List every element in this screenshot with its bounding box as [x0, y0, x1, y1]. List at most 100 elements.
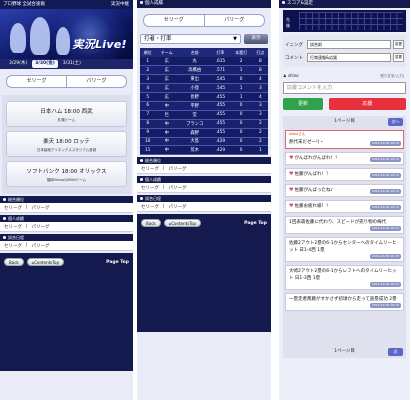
league-tabs: セリーグ パリーグ — [0, 69, 133, 91]
table-row[interactable]: 2 広高橋由 .571 1 8 — [140, 65, 268, 76]
game-card[interactable]: 楽天 18:00 ロッテ 日本製紙クリネックススタジアム宮城 — [6, 131, 127, 157]
next-page-button[interactable]: 次へ — [388, 118, 403, 126]
game-venue: 福岡Yahoo!JAPANドーム — [46, 178, 87, 182]
section-title: 総合順位 — [145, 158, 161, 164]
tab-central-league[interactable]: セリーグ — [143, 14, 205, 27]
league-links: セリーグ | パリーグ — [137, 183, 271, 194]
page-label: 1ページ目 — [334, 349, 355, 354]
table-cell: 10 — [140, 137, 156, 147]
next-page-button[interactable]: 次 — [388, 348, 403, 356]
post-timestamp: 2012-03-30 18:15 — [369, 173, 401, 178]
link-pacific-league[interactable]: パリーグ — [32, 243, 50, 249]
inning-label: イニング — [285, 42, 303, 48]
table-cell: 大島 — [178, 137, 212, 147]
section-title: 総合順位 — [8, 197, 24, 202]
table-cell: 8 — [252, 65, 268, 76]
table-cell: 2 — [140, 65, 156, 76]
table-row[interactable]: 8 中ブランコ .455 0 2 — [140, 119, 268, 129]
table-row[interactable]: 11 中荒木 .429 0 1 — [140, 145, 268, 156]
link-pacific-league[interactable]: パリーグ — [32, 224, 50, 230]
link-central-league[interactable]: セリーグ — [4, 224, 22, 230]
date-tab[interactable]: 3/31(土) — [60, 60, 84, 68]
comment-select[interactable]: 打席速報&応援 — [307, 53, 391, 62]
section-header: 総合順位 — [0, 196, 133, 203]
section-title: 個人成績 — [145, 1, 163, 6]
contents-top-button[interactable]: ⌂ContentsTop — [163, 219, 202, 228]
table-row[interactable]: 6 中平野 .455 0 3 — [140, 101, 268, 111]
table-row[interactable]: 3 広東出 .545 0 4 — [140, 74, 268, 85]
stat-type-select[interactable]: 打者・打率 ▼ — [140, 34, 241, 44]
back-button[interactable]: Back — [4, 258, 24, 266]
bullet-icon — [3, 198, 6, 201]
cheer-button[interactable]: 応援 — [329, 98, 406, 110]
table-cell: 森野 — [178, 128, 212, 138]
column-header: 順位 — [140, 48, 156, 57]
tab-pacific-league[interactable]: パリーグ — [204, 14, 265, 27]
schedule-screen: プロ野球 全試合速報 実況中継 実況Live! 3/29(木) 3/30(金) … — [0, 0, 133, 400]
table-cell: .455 — [211, 101, 230, 111]
link-central-league[interactable]: セリーグ — [141, 166, 159, 172]
table-cell: 5 — [140, 92, 156, 102]
link-central-league[interactable]: セリーグ — [4, 243, 22, 249]
table-cell: 広 — [155, 74, 179, 85]
section-title: 試合日程 — [145, 196, 161, 202]
link-central-league[interactable]: セリーグ — [141, 204, 159, 210]
post-timestamp: 2012-03-30 18:15 — [369, 254, 401, 259]
table-row[interactable]: 9 中森野 .455 0 2 — [140, 128, 268, 138]
page-label: 1ページ目 — [334, 119, 355, 124]
inning-select[interactable]: 試合前 — [307, 40, 391, 49]
table-cell: 0 — [229, 101, 253, 111]
table-cell: 堂 — [178, 110, 212, 120]
link-central-league[interactable]: セリーグ — [141, 185, 159, 191]
table-row[interactable]: 5 広長野 .455 1 4 — [140, 92, 268, 102]
link-central-league[interactable]: セリーグ — [4, 205, 22, 211]
cheer-input[interactable]: 応援コメントを入力 — [283, 82, 406, 94]
pager-bottom: 1ページ目 次 — [283, 346, 406, 358]
table-cell: .455 — [211, 92, 230, 102]
post-body: 大崎2アウト2塁の6-1からレフトへのタイムリーヒット 日1-3西 1塁 — [289, 269, 397, 281]
table-row[interactable]: 1 広丸 .615 2 8 — [140, 57, 268, 67]
link-pacific-league[interactable]: パリーグ — [32, 205, 50, 211]
inning-change-button[interactable]: 変更 — [393, 40, 404, 49]
char-count: 残り文字(入力) — [380, 74, 404, 78]
league-links: セリーグ | パリーグ — [137, 164, 271, 175]
table-cell: 中 — [155, 119, 179, 129]
comment-feed: 1ページ目 次へ shinoさん 熱代末だゼー!(・ 2012-03-30 18:… — [283, 116, 406, 358]
tab-central-league[interactable]: セリーグ — [6, 75, 67, 88]
table-cell: 3 — [140, 74, 156, 85]
comment-post: 1回表森佐藤に代わり、スピードが売り物の梅代 2012-03-30 18:15 — [285, 216, 404, 234]
bullet-icon — [140, 178, 143, 182]
settings-form: イニング 試合前 変更 コメント 打席速報&応援 変更 — [283, 35, 406, 67]
table-row[interactable]: 7 巨堂 .455 0 3 — [140, 110, 268, 120]
post-body: 1回表森佐藤に代わり、スピードが売り物の梅代 — [289, 220, 387, 225]
date-tab[interactable]: 3/29(木) — [6, 60, 30, 68]
link-pacific-league[interactable]: パリーグ — [169, 204, 187, 210]
live-comment-screen: スコア&設定 先 後 イニング 試合前 変更 コメント 打席速報&応援 変更 ♟… — [279, 0, 410, 400]
game-card[interactable]: ソフトバンク 18:00 オリックス 福岡Yahoo!JAPANドーム — [6, 161, 127, 187]
show-button[interactable]: 表示 — [244, 34, 268, 44]
page-top-link[interactable]: Page Top — [106, 260, 129, 265]
link-pacific-league[interactable]: パリーグ — [169, 185, 187, 191]
table-row[interactable]: 4 広小窪 .545 1 3 — [140, 83, 268, 94]
post-timestamp: 2012-03-30 18:15 — [369, 141, 401, 146]
table-cell: 8 — [140, 119, 156, 129]
post-body: 佐藤がんばったね♪ — [294, 188, 334, 193]
tab-pacific-league[interactable]: パリーグ — [67, 75, 127, 88]
table-cell: .429 — [211, 145, 230, 156]
table-row[interactable]: 10 中大島 .429 0 2 — [140, 137, 268, 147]
back-button[interactable]: Back — [141, 219, 161, 228]
table-cell: 中 — [155, 137, 179, 147]
date-tab-selected[interactable]: 3/30(金) — [32, 60, 58, 68]
top-bar: プロ野球 全試合速報 実況中継 — [0, 0, 133, 9]
comment-change-button[interactable]: 変更 — [393, 53, 404, 62]
table-cell: ブランコ — [178, 119, 212, 129]
game-card[interactable]: 日本ハム 18:00 西武 札幌ドーム — [6, 101, 127, 127]
page-top-link[interactable]: Page Top — [244, 221, 267, 226]
contents-top-button[interactable]: ⌂ContentsTop — [26, 258, 65, 266]
contents-top-label: ContentsTop — [34, 260, 60, 265]
update-button[interactable]: 更新 — [283, 98, 323, 110]
comment-row: コメント 打席速報&応援 変更 — [285, 51, 404, 64]
table-cell: .455 — [211, 128, 230, 138]
link-pacific-league[interactable]: パリーグ — [169, 166, 187, 172]
batting-stats-table: 順位 チーム 名前 打率 本塁打 打点 1 広丸 .615 2 8 2 広高橋由 .571 1 8 3 広東出.… — [140, 48, 268, 156]
